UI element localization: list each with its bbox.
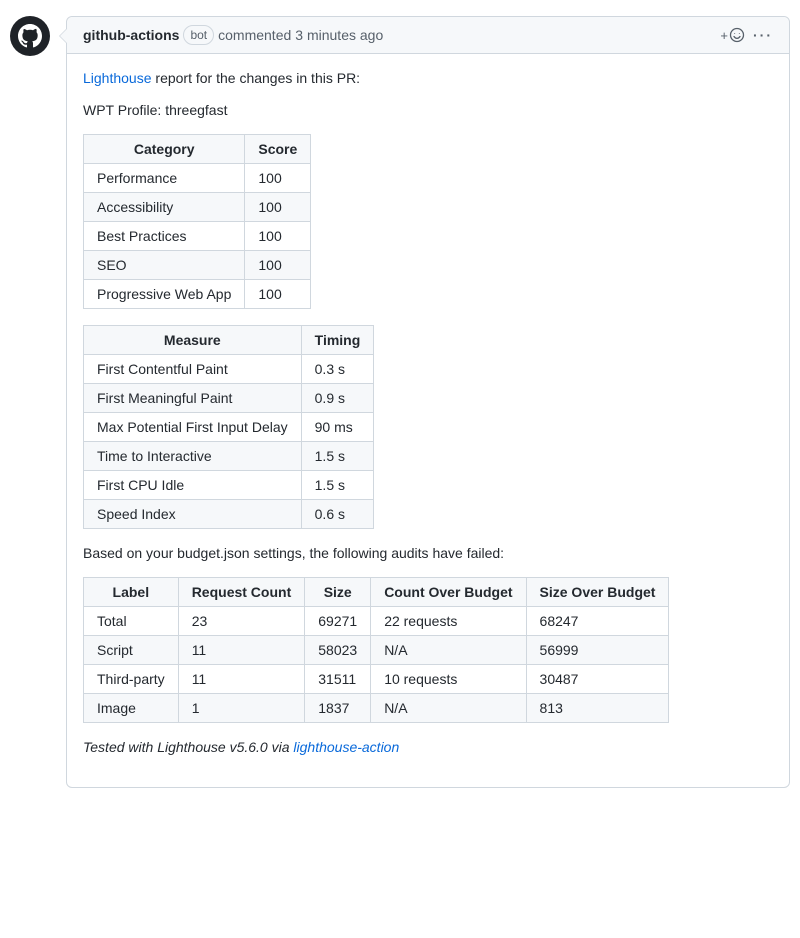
table-cell: 100 [245,222,311,251]
table-cell: 90 ms [301,413,374,442]
table-cell: Progressive Web App [84,280,245,309]
more-actions-button[interactable]: ··· [753,27,773,43]
table-cell: 1 [178,694,305,723]
table-row: Performance100 [84,164,311,193]
table-cell: 100 [245,193,311,222]
budget-table: LabelRequest CountSizeCount Over BudgetS… [83,577,773,723]
table-cell: First CPU Idle [84,471,302,500]
wpt-profile-value: threegfast [165,102,227,118]
table-cell: 0.6 s [301,500,374,529]
table-cell: 31511 [305,665,371,694]
table-row: Time to Interactive1.5 s [84,442,374,471]
table-row: Progressive Web App100 [84,280,311,309]
table-cell: Total [84,607,179,636]
table-cell: 0.3 s [301,355,374,384]
table-cell: 11 [178,665,305,694]
table-cell: Image [84,694,179,723]
table-cell: 0.9 s [301,384,374,413]
table-row: Best Practices100 [84,222,311,251]
tested-with: Tested with Lighthouse v5.6.0 via lighth… [83,739,773,755]
lighthouse-link[interactable]: Lighthouse [83,70,152,86]
budget-fail-text: Based on your budget.json settings, the … [83,545,773,561]
table-header-cell: Measure [84,326,302,355]
table-header-cell: Timing [301,326,374,355]
github-icon [18,24,42,48]
table-cell: 69271 [305,607,371,636]
table-row: Accessibility100 [84,193,311,222]
table-header-cell: Size [305,578,371,607]
table-header-cell: Score [245,135,311,164]
avatar[interactable] [10,16,50,56]
table-cell: 23 [178,607,305,636]
table-cell: 68247 [526,607,669,636]
table-row: Speed Index0.6 s [84,500,374,529]
table-cell: N/A [371,694,526,723]
table-row: Script1158023N/A56999 [84,636,669,665]
comment-item: github-actions bot commented 3 minutes a… [10,16,790,788]
scores-table: CategoryScorePerformance100Accessibility… [83,134,773,309]
comment-body: Lighthouse report for the changes in thi… [67,54,789,787]
table-row: SEO100 [84,251,311,280]
table-cell: Script [84,636,179,665]
table-cell: 1.5 s [301,471,374,500]
table-cell: 100 [245,280,311,309]
table-row: Max Potential First Input Delay90 ms [84,413,374,442]
intro-paragraph: Lighthouse report for the changes in thi… [83,70,773,86]
wpt-profile: WPT Profile: threegfast [83,102,773,118]
comment-box: github-actions bot commented 3 minutes a… [66,16,790,788]
intro-text: report for the changes in this PR: [152,70,361,86]
table-header-cell: Count Over Budget [371,578,526,607]
header-actions: + ··· [720,27,773,43]
smiley-icon [729,27,745,43]
table-cell: Third-party [84,665,179,694]
table-header-cell: Label [84,578,179,607]
table-cell: 1.5 s [301,442,374,471]
table-cell: Accessibility [84,193,245,222]
add-reaction-button[interactable]: + [720,27,745,43]
lighthouse-action-link[interactable]: lighthouse-action [293,739,399,755]
table-row: Image11837N/A813 [84,694,669,723]
comment-header: github-actions bot commented 3 minutes a… [67,17,789,54]
table-cell: 100 [245,164,311,193]
table-cell: 56999 [526,636,669,665]
commented-label: commented [218,27,291,43]
table-header-cell: Size Over Budget [526,578,669,607]
comment-author[interactable]: github-actions [83,27,179,43]
table-cell: 11 [178,636,305,665]
table-header-cell: Category [84,135,245,164]
table-cell: 100 [245,251,311,280]
table-cell: SEO [84,251,245,280]
table-cell: N/A [371,636,526,665]
table-cell: 1837 [305,694,371,723]
table-cell: 22 requests [371,607,526,636]
table-row: First CPU Idle1.5 s [84,471,374,500]
table-cell: First Contentful Paint [84,355,302,384]
table-row: First Meaningful Paint0.9 s [84,384,374,413]
table-header-cell: Request Count [178,578,305,607]
table-cell: 813 [526,694,669,723]
table-cell: Time to Interactive [84,442,302,471]
tested-prefix: Tested with Lighthouse v5.6.0 via [83,739,293,755]
table-row: First Contentful Paint0.3 s [84,355,374,384]
table-cell: Performance [84,164,245,193]
table-row: Third-party113151110 requests30487 [84,665,669,694]
table-cell: 30487 [526,665,669,694]
bot-badge: bot [183,25,214,45]
timings-table: MeasureTimingFirst Contentful Paint0.3 s… [83,325,773,529]
table-cell: Speed Index [84,500,302,529]
wpt-profile-label: WPT Profile: [83,102,165,118]
table-row: Total236927122 requests68247 [84,607,669,636]
table-cell: First Meaningful Paint [84,384,302,413]
table-cell: Best Practices [84,222,245,251]
table-cell: 58023 [305,636,371,665]
table-cell: Max Potential First Input Delay [84,413,302,442]
plus-icon: + [720,28,728,43]
table-cell: 10 requests [371,665,526,694]
comment-time[interactable]: 3 minutes ago [295,27,383,43]
